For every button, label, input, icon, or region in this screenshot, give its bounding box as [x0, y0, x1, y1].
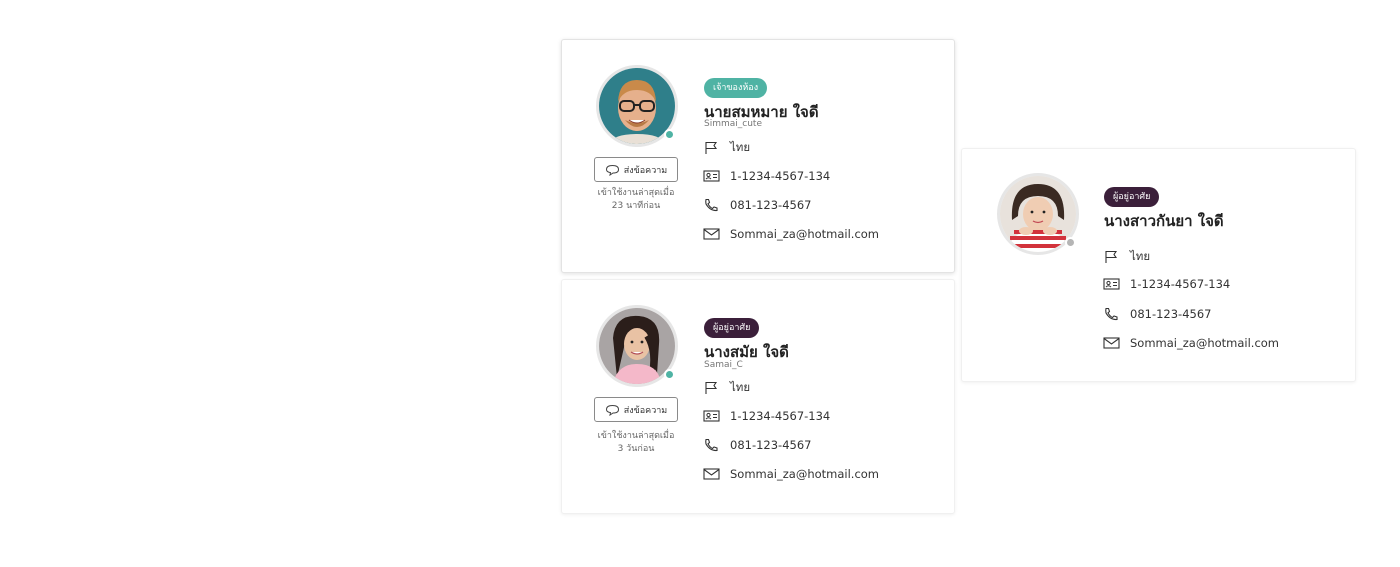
avatar: [997, 173, 1079, 255]
phone-icon: [705, 438, 718, 452]
member-card-owner: ส่งข้อความ เข้าใช้งานล่าสุดเมื่อ 23 นาที…: [561, 39, 955, 273]
flag-icon: [705, 381, 718, 394]
phone-row: 081-123-4567: [703, 198, 811, 212]
last-seen-time: 23 นาทีก่อน: [611, 201, 661, 211]
phone-icon: [1105, 307, 1118, 321]
role-badge: ผู้อยู่อาศัย: [1104, 187, 1160, 207]
email-row: Sommai_za@hotmail.com: [1103, 336, 1279, 350]
phone-value: 081-123-4567: [730, 438, 812, 452]
send-message-label: ส่งข้อความ: [623, 165, 668, 176]
mail-icon: [703, 468, 720, 480]
phone-row: 081-123-4567: [1103, 307, 1211, 321]
send-message-button[interactable]: ส่งข้อความ: [594, 397, 678, 422]
email-row: Sommai_za@hotmail.com: [703, 227, 879, 241]
phone-icon: [705, 198, 718, 212]
phone-row: 081-123-4567: [703, 438, 811, 452]
send-message-button[interactable]: ส่งข้อความ: [594, 157, 678, 182]
nationality-value: ไทย: [1130, 249, 1151, 263]
id-number-value: 1-1234-4567-134: [730, 169, 831, 183]
flag-icon: [705, 141, 718, 154]
id-card-icon: [703, 410, 720, 422]
last-seen-line: เข้าใช้งานล่าสุดเมื่อ: [597, 188, 675, 198]
id-number-value: 1-1234-4567-134: [1130, 277, 1231, 291]
role-badge: ผู้อยู่อาศัย: [704, 318, 760, 338]
id-number-row: 1-1234-4567-134: [703, 169, 830, 183]
role-badge: เจ้าของห้อง: [704, 78, 768, 98]
avatar: [596, 65, 678, 147]
email-value: Sommai_za@hotmail.com: [730, 467, 880, 481]
flag-icon: [1105, 250, 1118, 263]
offline-status-dot: [1065, 237, 1076, 248]
mail-icon: [1103, 337, 1120, 349]
member-name: นางสาวกันยา ใจดี: [1104, 212, 1224, 230]
phone-value: 081-123-4567: [730, 198, 812, 212]
online-status-dot: [664, 369, 675, 380]
last-seen-text: เข้าใช้งานล่าสุดเมื่อ 3 วันก่อน: [586, 430, 686, 456]
send-message-label: ส่งข้อความ: [623, 405, 668, 416]
id-number-row: 1-1234-4567-134: [1103, 277, 1230, 291]
phone-value: 081-123-4567: [1130, 307, 1212, 321]
id-number-row: 1-1234-4567-134: [703, 409, 830, 423]
avatar: [596, 305, 678, 387]
nationality-row: ไทย: [703, 379, 750, 397]
nationality-value: ไทย: [730, 380, 751, 394]
chat-bubble-icon: [605, 164, 619, 176]
last-seen-time: 3 วันก่อน: [617, 444, 655, 454]
last-seen-text: เข้าใช้งานล่าสุดเมื่อ 23 นาทีก่อน: [586, 187, 686, 213]
last-seen-line: เข้าใช้งานล่าสุดเมื่อ: [597, 431, 675, 441]
id-card-icon: [1103, 278, 1120, 290]
email-value: Sommai_za@hotmail.com: [1130, 336, 1280, 350]
member-card-resident-compact: ผู้อยู่อาศัย นางสาวกันยา ใจดี ไทย 1-1234…: [961, 148, 1356, 382]
nationality-row: ไทย: [703, 139, 750, 157]
id-card-icon: [703, 170, 720, 182]
mail-icon: [703, 228, 720, 240]
email-value: Sommai_za@hotmail.com: [730, 227, 880, 241]
email-row: Sommai_za@hotmail.com: [703, 467, 879, 481]
chat-bubble-icon: [605, 404, 619, 416]
member-card-resident: ส่งข้อความ เข้าใช้งานล่าสุดเมื่อ 3 วันก่…: [561, 279, 955, 514]
member-username: Simmai_cute: [704, 119, 762, 129]
nationality-value: ไทย: [730, 140, 751, 154]
member-username: Samai_C: [704, 360, 743, 370]
online-status-dot: [664, 129, 675, 140]
nationality-row: ไทย: [1103, 248, 1150, 266]
id-number-value: 1-1234-4567-134: [730, 409, 831, 423]
